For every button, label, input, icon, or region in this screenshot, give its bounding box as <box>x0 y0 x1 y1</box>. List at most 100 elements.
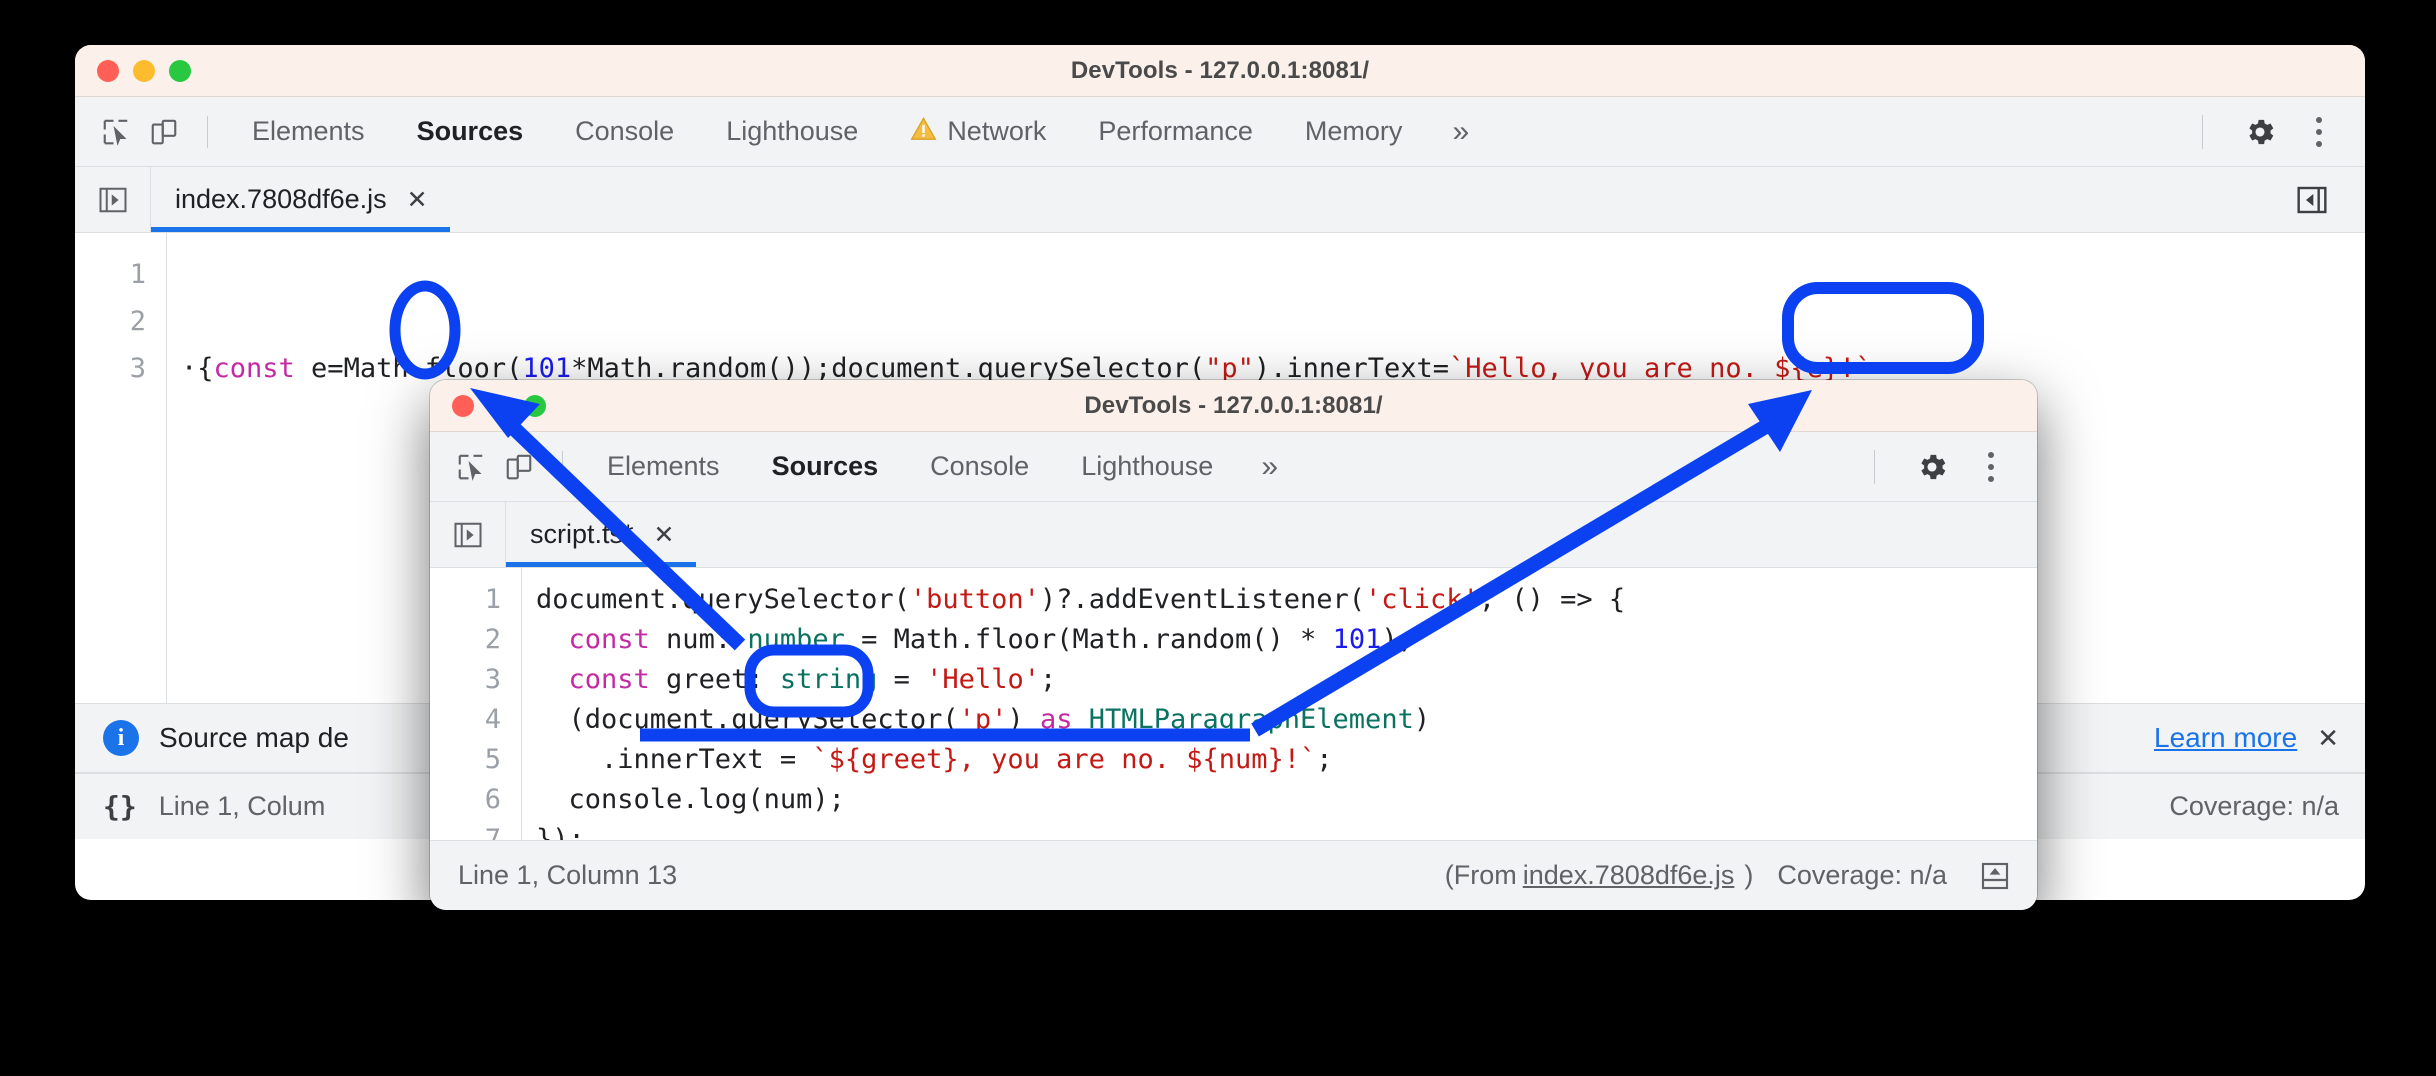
tab-label: Lighthouse <box>726 116 858 147</box>
tab-sources[interactable]: Sources <box>391 116 550 147</box>
tab-lighthouse[interactable]: Lighthouse <box>1055 451 1239 482</box>
code-token: const <box>569 624 650 655</box>
source-origin-suffix: ) <box>1744 860 1753 891</box>
tab-label: Console <box>930 451 1029 482</box>
show-navigator-icon[interactable] <box>430 502 506 567</box>
code-token: const <box>569 664 650 695</box>
kebab-menu-icon[interactable] <box>2299 117 2339 147</box>
collapse-sidebar-icon[interactable] <box>2277 167 2347 232</box>
code-token: ) <box>1007 704 1040 735</box>
code-line-6: console.log(num); <box>536 780 2037 820</box>
file-tab-script-ts[interactable]: script.ts* ✕ <box>506 502 696 567</box>
code-token: const <box>214 353 295 384</box>
code-token: }); <box>536 824 585 840</box>
back-devtools-toolbar[interactable]: Elements Sources Console Lighthouse Netw… <box>75 97 2365 167</box>
code-token: .innerText = <box>536 744 812 775</box>
source-map-message: Source map de <box>159 722 349 754</box>
code-token: )?.addEventListener( <box>1040 584 1365 615</box>
front-statusbar[interactable]: Line 1, Column 13 (From index.7808df6e.j… <box>430 840 2037 910</box>
code-token <box>1072 704 1088 735</box>
code-token: ; <box>1040 664 1056 695</box>
front-toolbar-right[interactable] <box>1874 444 2037 490</box>
code-token: number <box>747 624 845 655</box>
code-token: 'button' <box>910 584 1040 615</box>
more-tabs-button[interactable]: » <box>1428 115 1493 149</box>
code-token: (document.querySelector( <box>536 704 959 735</box>
tab-elements[interactable]: Elements <box>226 116 391 147</box>
tab-console[interactable]: Console <box>549 116 700 147</box>
code-token: as <box>1040 704 1073 735</box>
inspect-element-icon[interactable] <box>448 444 494 490</box>
front-code-editor[interactable]: 1234567 document.querySelector('button')… <box>430 568 2037 840</box>
tab-console[interactable]: Console <box>904 451 1055 482</box>
back-window-title: DevTools - 127.0.0.1:8081/ <box>75 45 2365 97</box>
tab-label: Console <box>575 116 674 147</box>
file-tab-close-icon[interactable]: ✕ <box>654 520 675 550</box>
back-titlebar[interactable]: DevTools - 127.0.0.1:8081/ <box>75 45 2365 97</box>
toolbar-divider <box>207 116 208 148</box>
front-status-right[interactable]: (From index.7808df6e.js) Coverage: n/a <box>1445 860 2011 892</box>
device-toolbar-icon[interactable] <box>139 109 189 155</box>
active-tab-underline <box>506 562 696 567</box>
active-tab-underline <box>151 227 450 232</box>
more-tabs-button[interactable]: » <box>1239 450 1300 484</box>
line-number: 1 <box>75 251 146 298</box>
code-token: ); <box>1381 624 1414 655</box>
front-devtools-toolbar[interactable]: Elements Sources Console Lighthouse » <box>430 432 2037 502</box>
file-tab-index-js[interactable]: index.7808df6e.js ✕ <box>151 167 450 232</box>
warning-triangle-icon <box>910 116 937 148</box>
tab-elements[interactable]: Elements <box>581 451 746 482</box>
source-origin-file-link[interactable]: index.7808df6e.js <box>1523 860 1735 891</box>
show-drawer-icon[interactable] <box>1979 860 2011 892</box>
cursor-position-label: Line 1, Colum <box>159 791 326 822</box>
toolbar-divider <box>562 451 563 483</box>
front-code-content[interactable]: document.querySelector('button')?.addEve… <box>522 568 2037 840</box>
code-token: 'p' <box>959 704 1008 735</box>
learn-more-link[interactable]: Learn more <box>2154 722 2297 754</box>
info-icon: i <box>103 720 139 756</box>
kebab-menu-icon[interactable] <box>1971 452 2011 482</box>
infobar-actions[interactable]: Learn more ✕ <box>2154 722 2339 754</box>
file-tab-label: index.7808df6e.js <box>175 184 387 215</box>
code-line-4: (document.querySelector('p') as HTMLPara… <box>536 700 2037 740</box>
file-tab-close-icon[interactable]: ✕ <box>407 185 428 215</box>
cursor-position-label: Line 1, Column 13 <box>458 860 677 891</box>
gear-icon[interactable] <box>1909 444 1955 490</box>
back-panel-tabs[interactable]: Elements Sources Console Lighthouse Netw… <box>226 115 1493 149</box>
tab-label: Memory <box>1305 116 1403 147</box>
code-token: HTMLParagraphElement <box>1089 704 1414 735</box>
back-toolbar-right[interactable] <box>2202 109 2365 155</box>
code-token: num: <box>650 624 748 655</box>
code-token: console.log(num); <box>536 784 845 815</box>
front-titlebar[interactable]: DevTools - 127.0.0.1:8081/ <box>430 380 2037 432</box>
line-number: 4 <box>430 700 501 740</box>
tab-label: Sources <box>417 116 524 147</box>
show-navigator-icon[interactable] <box>75 167 151 232</box>
back-line-number-gutter: 1 2 3 <box>75 233 167 703</box>
tab-performance[interactable]: Performance <box>1072 116 1279 147</box>
code-token: , () => { <box>1479 584 1625 615</box>
inspect-element-icon[interactable] <box>93 109 139 155</box>
device-toolbar-icon[interactable] <box>494 444 544 490</box>
tab-label: Lighthouse <box>1081 451 1213 482</box>
tab-lighthouse[interactable]: Lighthouse <box>700 116 884 147</box>
infobar-close-icon[interactable]: ✕ <box>2317 723 2339 754</box>
front-panel-tabs[interactable]: Elements Sources Console Lighthouse » <box>581 450 1300 484</box>
devtools-window-front-outer[interactable]: DevTools - 127.0.0.1:8081/ Elements Sour… <box>430 380 2037 910</box>
code-token: 'Hello' <box>926 664 1040 695</box>
front-file-tabs[interactable]: script.ts* ✕ <box>430 502 2037 568</box>
tab-label: Sources <box>772 451 879 482</box>
code-token: ) <box>1414 704 1430 735</box>
tab-label: Network <box>947 116 1046 147</box>
code-token: 101 <box>1333 624 1382 655</box>
gear-icon[interactable] <box>2237 109 2283 155</box>
line-number: 2 <box>75 298 146 345</box>
toolbar-divider-right <box>1874 450 1875 484</box>
pretty-print-icon[interactable]: {} <box>103 790 137 823</box>
back-file-tabs[interactable]: index.7808df6e.js ✕ <box>75 167 2365 233</box>
tab-memory[interactable]: Memory <box>1279 116 1429 147</box>
tab-sources[interactable]: Sources <box>746 451 905 482</box>
code-line-7: }); <box>536 820 2037 840</box>
tab-network[interactable]: Network <box>884 116 1072 148</box>
code-line-3: const greet: string = 'Hello'; <box>536 660 2037 700</box>
